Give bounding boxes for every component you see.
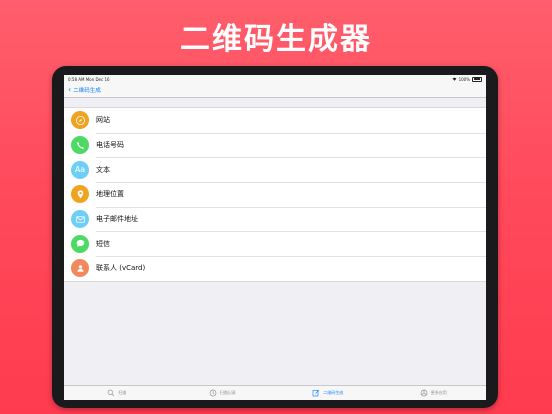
list-item-sms[interactable]: 短信	[64, 231, 486, 256]
list-item-label: 电话号码	[96, 141, 124, 150]
globe-icon	[71, 111, 89, 130]
apps-icon	[420, 389, 428, 397]
compose-icon	[312, 389, 320, 397]
list-item-label: 网站	[96, 116, 110, 125]
tablet-side-button	[438, 403, 454, 407]
text-icon: Aa	[71, 160, 89, 179]
message-icon	[71, 234, 89, 253]
list-item-label: 文本	[96, 165, 110, 174]
tab-bar: 扫描 扫描记录 二维码生成 更多应用	[64, 385, 486, 400]
tab-label: 二维码生成	[323, 390, 344, 395]
battery-percent: 100%	[458, 76, 470, 82]
list-item-label: 短信	[96, 239, 110, 248]
tab-history[interactable]: 扫描记录	[170, 386, 276, 400]
hero-title: 二维码生成器	[180, 22, 372, 57]
list-item-location[interactable]: 地理位置	[64, 182, 486, 207]
back-button[interactable]: ‹ 二维码生成	[68, 85, 101, 95]
status-right: 100%	[452, 76, 482, 82]
contact-icon	[71, 259, 89, 278]
battery-icon	[472, 76, 482, 82]
search-icon	[107, 389, 115, 397]
phone-icon	[71, 136, 89, 155]
chevron-left-icon: ‹	[68, 85, 72, 94]
tab-more-apps[interactable]: 更多应用	[381, 386, 487, 400]
status-time: 0:58 AM Mon Dec 16	[68, 76, 110, 82]
app-screen: 0:58 AM Mon Dec 16 100% ‹ 二维码生成 网站 电话号码 …	[64, 75, 486, 400]
mail-icon	[71, 210, 89, 229]
nav-bar: ‹ 二维码生成	[64, 83, 486, 98]
history-icon	[209, 389, 217, 397]
list-item-label: 电子邮件地址	[96, 215, 138, 224]
list-item-label: 地理位置	[96, 190, 124, 199]
wifi-icon	[452, 77, 457, 82]
tab-label: 扫描	[118, 390, 127, 395]
tablet-frame: 0:58 AM Mon Dec 16 100% ‹ 二维码生成 网站 电话号码 …	[52, 66, 498, 408]
location-pin-icon	[71, 185, 89, 204]
status-bar: 0:58 AM Mon Dec 16 100%	[64, 75, 486, 83]
list-item-phone[interactable]: 电话号码	[64, 132, 486, 158]
list-item-website[interactable]: 网站	[64, 108, 486, 133]
list-item-label: 联系人 (vCard)	[96, 264, 146, 273]
tab-generate[interactable]: 二维码生成	[275, 386, 381, 400]
list-item-contact[interactable]: 联系人 (vCard)	[64, 256, 486, 281]
list-item-text[interactable]: Aa 文本	[64, 157, 486, 182]
generator-type-list: 网站 电话号码 Aa 文本 地理位置 电子邮件地址 短信 联系人 (vCard)	[64, 107, 486, 282]
tab-scan[interactable]: 扫描	[64, 386, 170, 400]
tablet-side-button	[458, 403, 474, 407]
tab-label: 扫描记录	[219, 390, 236, 395]
tab-label: 更多应用	[430, 390, 447, 395]
list-item-email[interactable]: 电子邮件地址	[64, 206, 486, 232]
back-label: 二维码生成	[73, 88, 101, 94]
